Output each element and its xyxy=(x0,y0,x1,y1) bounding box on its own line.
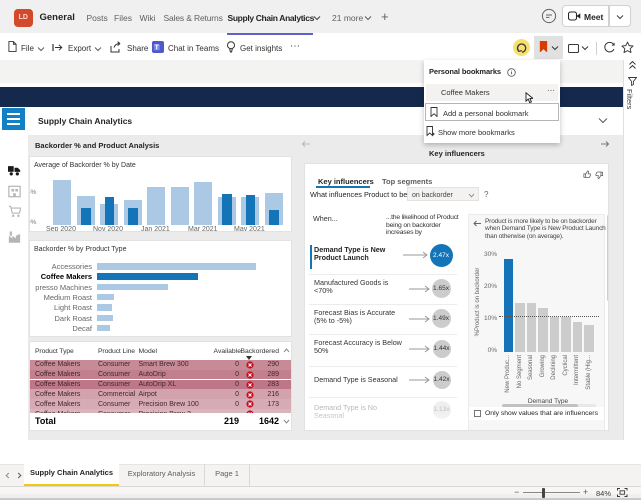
svg-text:T: T xyxy=(155,43,160,52)
